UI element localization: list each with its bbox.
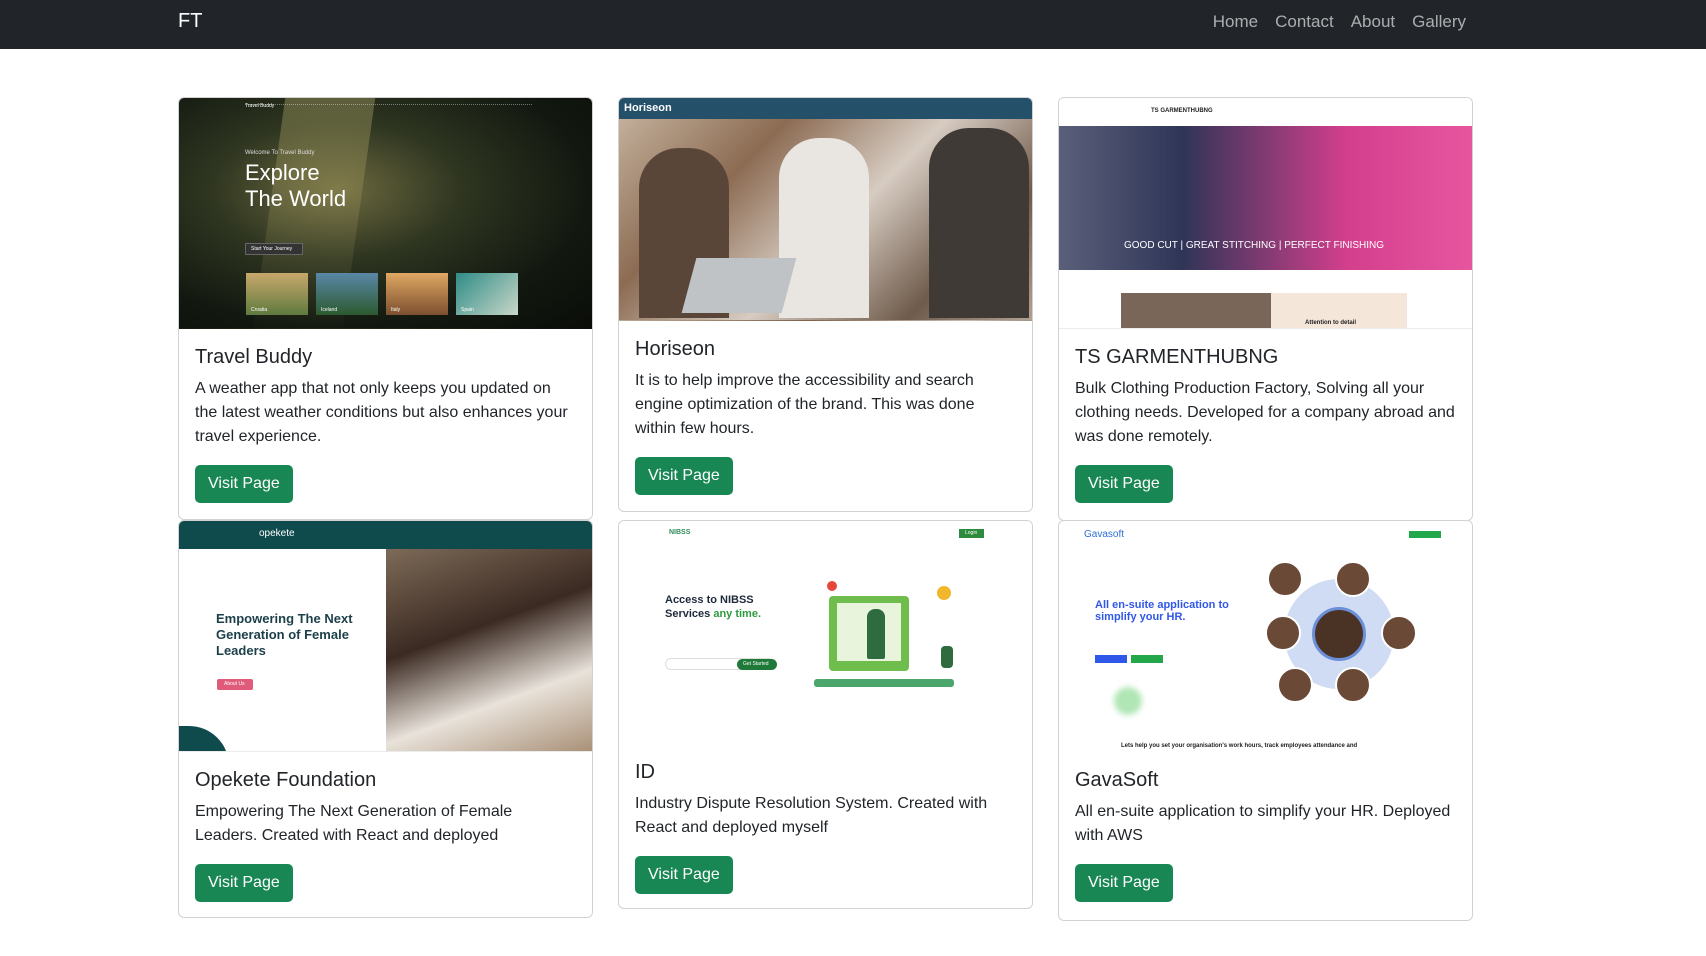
visit-page-button[interactable]: Visit Page bbox=[635, 856, 733, 894]
thumb-place-image: Iceland bbox=[316, 273, 378, 315]
visit-page-button[interactable]: Visit Page bbox=[195, 864, 293, 902]
project-card-ts-garmenthubng: TS GARMENTHUBNG GOOD CUT | GREAT STITCHI… bbox=[1058, 97, 1473, 521]
thumb-banner-text: GOOD CUT | GREAT STITCHING | PERFECT FIN… bbox=[1124, 240, 1385, 251]
nav-link-about[interactable]: About bbox=[1351, 12, 1395, 32]
thumb-place-image: Italy bbox=[386, 273, 448, 315]
thumb-logo: Horiseon bbox=[624, 102, 672, 114]
card-title: ID bbox=[635, 761, 655, 783]
visit-page-button[interactable]: Visit Page bbox=[1075, 864, 1173, 902]
project-card-travel-buddy: Travel Buddy Welcome To Travel Buddy Exp… bbox=[178, 97, 593, 520]
project-thumbnail: opekete Empowering The Next Generation o… bbox=[179, 521, 592, 752]
card-body: Opekete Foundation Empowering The Next G… bbox=[179, 752, 592, 917]
thumb-logo: opekete bbox=[259, 528, 295, 539]
card-description: Bulk Clothing Production Factory, Solvin… bbox=[1075, 380, 1455, 445]
thumb-nav-brand: Travel Buddy bbox=[245, 103, 275, 109]
project-thumbnail: Travel Buddy Welcome To Travel Buddy Exp… bbox=[179, 98, 592, 329]
card-body: ID Industry Dispute Resolution System. C… bbox=[619, 744, 1032, 908]
project-thumbnail: Gavasoft All en-suite application to sim… bbox=[1059, 521, 1472, 752]
card-title: Horiseon bbox=[635, 338, 716, 360]
card-body: GavaSoft All en-suite application to sim… bbox=[1059, 752, 1472, 918]
nav-link-home[interactable]: Home bbox=[1213, 12, 1258, 32]
thumb-tagline: Attention to detail bbox=[1305, 320, 1356, 326]
thumb-headline: Empowering The Next Generation of Female… bbox=[216, 611, 353, 658]
thumb-logo: TS GARMENTHUBNG bbox=[1151, 108, 1213, 114]
card-body: Travel Buddy A weather app that not only… bbox=[179, 329, 592, 519]
thumb-kicker: Welcome To Travel Buddy bbox=[245, 150, 315, 156]
nav-link-contact[interactable]: Contact bbox=[1275, 12, 1334, 32]
visit-page-button[interactable]: Visit Page bbox=[1075, 465, 1173, 503]
thumb-place-image: Spain bbox=[456, 273, 518, 315]
card-description: It is to help improve the accessibility … bbox=[635, 372, 975, 437]
thumb-footer: Lets help you set your organisation's wo… bbox=[1121, 743, 1358, 749]
thumb-cta: Start Your Journey bbox=[245, 243, 303, 255]
project-thumbnail: NIBSS Login Access to NIBSS Services any… bbox=[619, 521, 1032, 744]
project-card-opekete-foundation: opekete Empowering The Next Generation o… bbox=[178, 520, 593, 918]
card-title: GavaSoft bbox=[1075, 769, 1159, 791]
project-thumbnail: TS GARMENTHUBNG GOOD CUT | GREAT STITCHI… bbox=[1059, 98, 1472, 329]
thumb-headline: Access to NIBSS Services any time. bbox=[665, 594, 762, 620]
thumb-logo: NIBSS bbox=[669, 529, 691, 536]
thumb-headline: All en-suite application to simplify you… bbox=[1095, 599, 1229, 623]
nav-link-gallery[interactable]: Gallery bbox=[1412, 12, 1466, 32]
card-title: TS GARMENTHUBNG bbox=[1075, 346, 1279, 368]
card-description: Industry Dispute Resolution System. Crea… bbox=[635, 795, 988, 836]
visit-page-button[interactable]: Visit Page bbox=[195, 465, 293, 503]
card-description: Empowering The Next Generation of Female… bbox=[195, 803, 513, 844]
card-body: TS GARMENTHUBNG Bulk Clothing Production… bbox=[1059, 329, 1472, 519]
nav-links: Home Contact About Gallery bbox=[1213, 12, 1466, 32]
top-navbar: FT Home Contact About Gallery bbox=[0, 0, 1706, 49]
thumb-hero-title: Explore The World bbox=[245, 160, 347, 211]
thumb-logo: Gavasoft bbox=[1084, 529, 1125, 540]
project-thumbnail: Horiseon bbox=[619, 98, 1032, 321]
thumb-place-image: Croatia bbox=[246, 273, 308, 315]
card-description: A weather app that not only keeps you up… bbox=[195, 380, 568, 445]
project-card-id: NIBSS Login Access to NIBSS Services any… bbox=[618, 520, 1033, 909]
card-description: All en-suite application to simplify you… bbox=[1075, 803, 1451, 844]
card-title: Travel Buddy bbox=[195, 346, 313, 368]
visit-page-button[interactable]: Visit Page bbox=[635, 457, 733, 495]
project-card-gavasoft: Gavasoft All en-suite application to sim… bbox=[1058, 520, 1473, 921]
card-body: Horiseon It is to help improve the acces… bbox=[619, 321, 1032, 511]
brand-logo[interactable]: FT bbox=[178, 10, 202, 33]
card-title: Opekete Foundation bbox=[195, 769, 377, 791]
project-card-horiseon: Horiseon Horiseon It is to help improve … bbox=[618, 97, 1033, 512]
